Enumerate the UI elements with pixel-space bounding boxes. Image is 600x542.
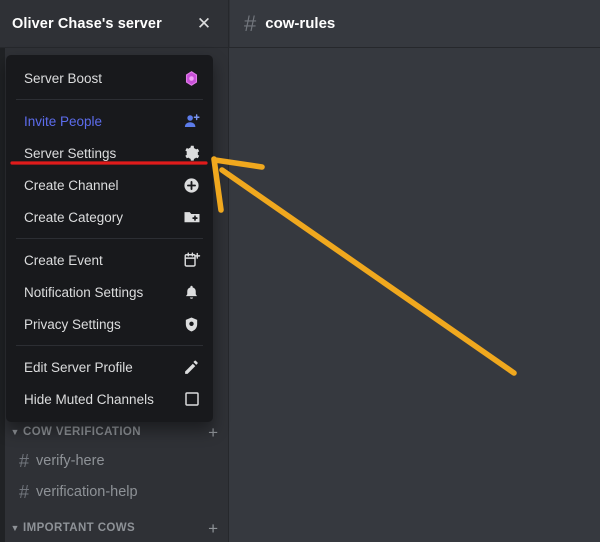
server-context-menu[interactable]: Server Boost Invite People Server Settin… bbox=[6, 55, 213, 422]
menu-item-label: Create Channel bbox=[24, 177, 119, 193]
category-header-cow-verification[interactable]: ▼ COW VERIFICATION + bbox=[5, 419, 228, 445]
plus-circle-icon bbox=[182, 176, 201, 195]
checkbox-empty-icon[interactable] bbox=[182, 390, 201, 409]
category-header-important-cows[interactable]: ▼ IMPORTANT COWS + bbox=[5, 515, 228, 541]
plus-icon[interactable]: + bbox=[208, 520, 218, 537]
menu-item-label: Create Category bbox=[24, 209, 124, 225]
shield-icon bbox=[182, 315, 201, 334]
hash-icon: # bbox=[19, 450, 30, 471]
category-gap bbox=[5, 507, 228, 515]
menu-item-create-event[interactable]: Create Event bbox=[6, 244, 213, 276]
menu-item-privacy-settings[interactable]: Privacy Settings bbox=[6, 308, 213, 340]
category-label: COW VERIFICATION bbox=[23, 426, 141, 438]
menu-item-notification-settings[interactable]: Notification Settings bbox=[6, 276, 213, 308]
menu-item-server-boost[interactable]: Server Boost bbox=[6, 62, 213, 94]
chevron-down-icon[interactable]: ▼ bbox=[9, 427, 21, 437]
channel-name: verify-here bbox=[36, 452, 105, 469]
menu-item-hide-muted-channels[interactable]: Hide Muted Channels bbox=[6, 383, 213, 415]
bell-icon bbox=[182, 283, 201, 302]
menu-item-edit-server-profile[interactable]: Edit Server Profile bbox=[6, 351, 213, 383]
menu-separator bbox=[16, 238, 203, 239]
menu-item-label: Hide Muted Channels bbox=[24, 391, 154, 407]
menu-item-create-category[interactable]: Create Category bbox=[6, 201, 213, 233]
chevron-down-icon[interactable]: ▼ bbox=[9, 523, 21, 533]
menu-item-label: Create Event bbox=[24, 252, 103, 268]
menu-item-create-channel[interactable]: Create Channel bbox=[6, 169, 213, 201]
channel-item-verification-help[interactable]: # verification-help bbox=[5, 476, 228, 507]
category-label: IMPORTANT COWS bbox=[23, 522, 136, 534]
gear-icon bbox=[182, 144, 201, 163]
menu-item-label: Notification Settings bbox=[24, 284, 144, 300]
menu-item-server-settings[interactable]: Server Settings bbox=[6, 137, 213, 169]
server-header[interactable]: Oliver Chase's server ✕ bbox=[0, 0, 229, 47]
hash-icon: # bbox=[244, 10, 257, 36]
discord-window: Oliver Chase's server ✕ # cow-rules ▼ CO… bbox=[0, 0, 600, 542]
menu-item-invite-people[interactable]: Invite People bbox=[6, 105, 213, 137]
menu-item-label: Privacy Settings bbox=[24, 316, 121, 332]
server-name: Oliver Chase's server bbox=[12, 15, 162, 32]
top-header: Oliver Chase's server ✕ # cow-rules bbox=[0, 0, 600, 48]
channel-header: # cow-rules bbox=[230, 0, 600, 47]
menu-item-label: Invite People bbox=[24, 113, 103, 129]
close-icon[interactable]: ✕ bbox=[194, 14, 214, 34]
menu-separator bbox=[16, 345, 203, 346]
person-add-icon bbox=[182, 112, 201, 131]
menu-separator bbox=[16, 99, 203, 100]
plus-icon[interactable]: + bbox=[208, 424, 218, 441]
channel-item-verify-here[interactable]: # verify-here bbox=[5, 445, 228, 476]
pencil-icon bbox=[182, 358, 201, 377]
hash-icon: # bbox=[19, 481, 30, 502]
message-area bbox=[230, 48, 600, 542]
menu-item-label: Server Boost bbox=[24, 70, 103, 86]
folder-plus-icon bbox=[182, 208, 201, 227]
channel-name: verification-help bbox=[36, 483, 138, 500]
channel-title: cow-rules bbox=[265, 15, 336, 32]
boost-diamond-icon bbox=[182, 69, 201, 88]
menu-item-label: Edit Server Profile bbox=[24, 359, 133, 375]
calendar-plus-icon bbox=[182, 251, 201, 270]
menu-item-label: Server Settings bbox=[24, 145, 117, 161]
